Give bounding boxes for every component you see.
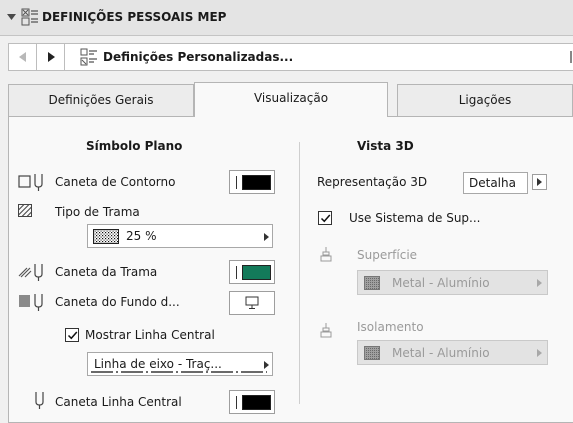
contour-pen-swatch <box>242 175 271 190</box>
representation-3d-value: Detalha <box>469 176 516 190</box>
representation-3d-dropdown[interactable]: Detalha <box>463 172 528 194</box>
show-centerline-label[interactable]: Mostrar Linha Central <box>85 328 215 342</box>
chevron-right-icon <box>48 52 55 62</box>
background-pen-icon <box>19 294 43 311</box>
view3d-heading: Vista 3D <box>357 139 414 153</box>
chevron-left-icon <box>19 52 26 62</box>
column-divider <box>299 142 300 404</box>
surface-material-dropdown[interactable]: Metal - Alumínio <box>357 270 548 295</box>
favorites-nav-bar: Definições Personalizadas... <box>8 43 573 71</box>
representation-3d-arrow-button[interactable] <box>532 174 547 190</box>
insulation-label: Isolamento <box>357 320 424 334</box>
centerline-linetype-value: Linha de eixo - Traç... <box>94 357 222 371</box>
insulation-material-value: Metal - Alumínio <box>392 346 490 360</box>
hatch-type-dropdown[interactable]: 25 % <box>87 224 273 248</box>
hatch-type-label: Tipo de Trama <box>55 205 140 219</box>
previous-button[interactable] <box>9 44 37 70</box>
show-centerline-checkbox[interactable] <box>65 328 79 342</box>
hatch-pen-icon <box>18 264 43 281</box>
current-settings-label[interactable]: Definições Personalizadas... <box>103 50 293 64</box>
use-support-checkbox[interactable] <box>318 211 332 225</box>
check-icon <box>67 331 78 340</box>
centerline-linetype-dropdown[interactable]: Linha de eixo - Traç... <box>87 352 273 376</box>
mep-settings-icon <box>21 8 38 26</box>
centerline-pen-button[interactable] <box>229 390 275 414</box>
contour-pen-icon <box>18 174 43 191</box>
use-support-label[interactable]: Use Sistema de Sup... <box>349 211 480 225</box>
hatch-pen-button[interactable] <box>229 260 275 284</box>
hatch-type-value: 25 % <box>126 229 157 243</box>
centerline-pen-icon <box>35 392 44 409</box>
chevron-right-icon <box>537 178 542 186</box>
contour-pen-button[interactable] <box>229 170 275 194</box>
tab-visualization[interactable]: Visualização <box>194 82 388 117</box>
custom-settings-icon <box>80 48 97 66</box>
dropdown-arrow-icon <box>537 279 542 287</box>
dropdown-arrow-icon <box>264 233 269 241</box>
centerline-pen-swatch <box>242 395 271 410</box>
hatch-pen-swatch <box>242 265 271 280</box>
insulation-material-dropdown[interactable]: Metal - Alumínio <box>357 340 548 365</box>
check-icon <box>320 214 331 223</box>
background-pen-label: Caneta do Fundo d... <box>55 295 180 309</box>
dropdown-arrow-icon <box>264 361 269 369</box>
surface-label: Superfície <box>357 248 418 262</box>
material-swatch-icon <box>364 346 380 360</box>
background-pen-button[interactable] <box>229 291 275 315</box>
contour-pen-label: Caneta de Contorno <box>55 175 176 189</box>
hatch-pen-label: Caneta da Trama <box>55 265 158 279</box>
monitor-icon <box>245 296 259 309</box>
next-button[interactable] <box>37 44 65 70</box>
centerline-pen-label: Caneta Linha Central <box>55 395 182 409</box>
dash-dot-line-icon <box>91 371 267 373</box>
paint-brush-icon <box>320 247 332 262</box>
tab-general-settings[interactable]: Definições Gerais <box>8 84 194 116</box>
paint-brush-icon <box>320 323 332 338</box>
material-swatch-icon <box>364 276 380 290</box>
dropdown-arrow-icon <box>537 349 542 357</box>
hatch-pattern-swatch-icon <box>93 229 119 244</box>
plan-symbol-heading: Símbolo Plano <box>86 139 183 153</box>
tab-connections[interactable]: Ligações <box>397 84 573 116</box>
panel-title: DEFINIÇÕES PESSOAIS MEP <box>42 10 227 24</box>
hatch-type-icon <box>18 204 32 217</box>
collapse-triangle-icon[interactable] <box>7 14 16 21</box>
panel-header[interactable]: DEFINIÇÕES PESSOAIS MEP <box>0 0 573 36</box>
representation-3d-label: Representação 3D <box>317 175 428 189</box>
surface-material-value: Metal - Alumínio <box>392 276 490 290</box>
menu-edge <box>570 51 572 63</box>
